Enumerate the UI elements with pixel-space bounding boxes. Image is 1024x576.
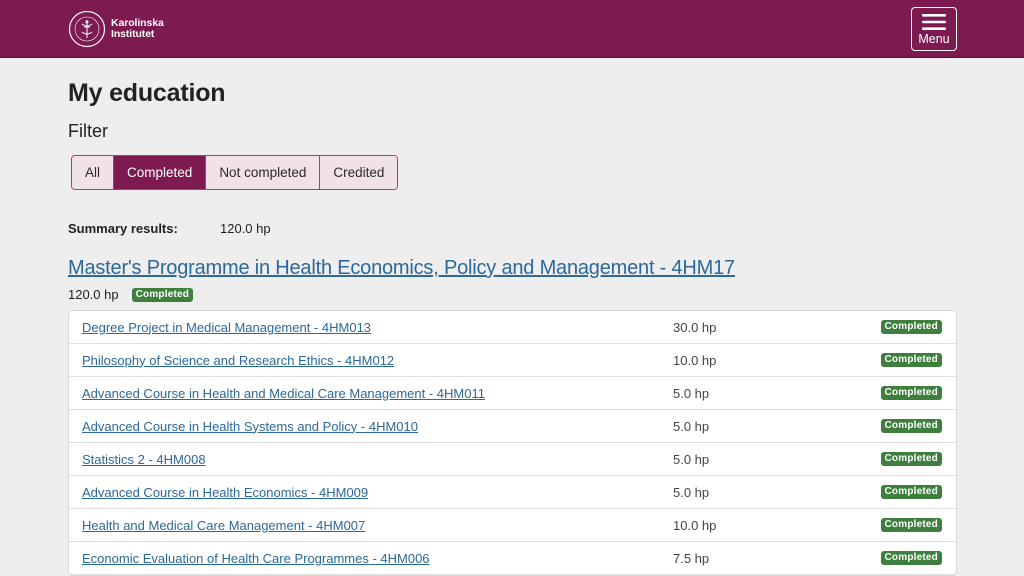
course-row: Health and Medical Care Management - 4HM… <box>69 509 956 542</box>
course-credits: 5.0 hp <box>673 484 710 500</box>
summary-label: Summary results: <box>68 221 178 236</box>
course-row: Statistics 2 - 4HM008 5.0 hp Completed <box>69 443 956 476</box>
filter-all-button[interactable]: All <box>72 156 115 189</box>
course-status-badge: Completed <box>880 386 942 400</box>
course-status-badge: Completed <box>880 518 942 532</box>
filter-label: Filter <box>68 121 108 141</box>
course-row: Philosophy of Science and Research Ethic… <box>69 344 956 377</box>
course-credits: 7.5 hp <box>673 550 710 566</box>
program-title-link[interactable]: Master's Programme in Health Economics, … <box>68 257 957 280</box>
course-credits: 30.0 hp <box>673 319 717 335</box>
course-credits: 10.0 hp <box>673 517 717 533</box>
course-link[interactable]: Advanced Course in Health and Medical Ca… <box>82 386 485 401</box>
karolinska-logo[interactable]: Karolinska Institutet <box>68 10 164 48</box>
course-credits: 5.0 hp <box>673 385 710 401</box>
menu-label: Menu <box>918 32 950 46</box>
summary-value: 120.0 hp <box>220 221 271 236</box>
logo-text-line2: Institutet <box>111 28 155 40</box>
course-link[interactable]: Health and Medical Care Management - 4HM… <box>82 518 365 533</box>
course-status-badge: Completed <box>880 452 942 466</box>
filter-credited-button[interactable]: Credited <box>320 156 398 189</box>
course-row: Advanced Course in Health Economics - 4H… <box>69 476 956 509</box>
menu-button[interactable]: Menu <box>911 7 957 51</box>
course-link[interactable]: Degree Project in Medical Management - 4… <box>82 320 371 335</box>
page-title: My education <box>68 79 226 107</box>
program-status-badge: Completed <box>131 287 194 302</box>
course-link[interactable]: Advanced Course in Health Economics - 4H… <box>82 485 368 500</box>
summary-results: Summary results: 120.0 hp <box>68 221 957 236</box>
course-list: Degree Project in Medical Management - 4… <box>68 310 957 576</box>
course-link[interactable]: Statistics 2 - 4HM008 <box>82 452 206 467</box>
course-status-badge: Completed <box>880 485 942 499</box>
course-link[interactable]: Philosophy of Science and Research Ethic… <box>82 353 394 368</box>
top-bar: Karolinska Institutet Menu <box>0 0 1024 58</box>
course-row: Degree Project in Medical Management - 4… <box>69 311 956 344</box>
course-credits: 5.0 hp <box>673 418 710 434</box>
course-status-badge: Completed <box>880 551 942 565</box>
course-status-badge: Completed <box>880 419 942 433</box>
course-credits: 10.0 hp <box>673 352 717 368</box>
program-meta: 120.0 hp Completed <box>68 287 957 302</box>
course-status-badge: Completed <box>880 320 942 334</box>
hamburger-icon <box>922 14 946 30</box>
filter-button-group: All Completed Not completed Credited <box>71 155 399 190</box>
course-row: Advanced Course in Health and Medical Ca… <box>69 377 956 410</box>
program-credits: 120.0 hp <box>68 287 119 302</box>
course-row: Economic Evaluation of Health Care Progr… <box>69 542 956 575</box>
filter-not-completed-button[interactable]: Not completed <box>206 156 321 189</box>
course-link[interactable]: Advanced Course in Health Systems and Po… <box>82 419 418 434</box>
main-content: My education Filter All Completed Not co… <box>68 58 957 576</box>
university-seal-icon <box>68 10 106 48</box>
course-row: Advanced Course in Health Systems and Po… <box>69 410 956 443</box>
course-link[interactable]: Economic Evaluation of Health Care Progr… <box>82 551 430 566</box>
course-credits: 5.0 hp <box>673 451 710 467</box>
filter-completed-button[interactable]: Completed <box>114 156 207 189</box>
course-status-badge: Completed <box>880 353 942 367</box>
